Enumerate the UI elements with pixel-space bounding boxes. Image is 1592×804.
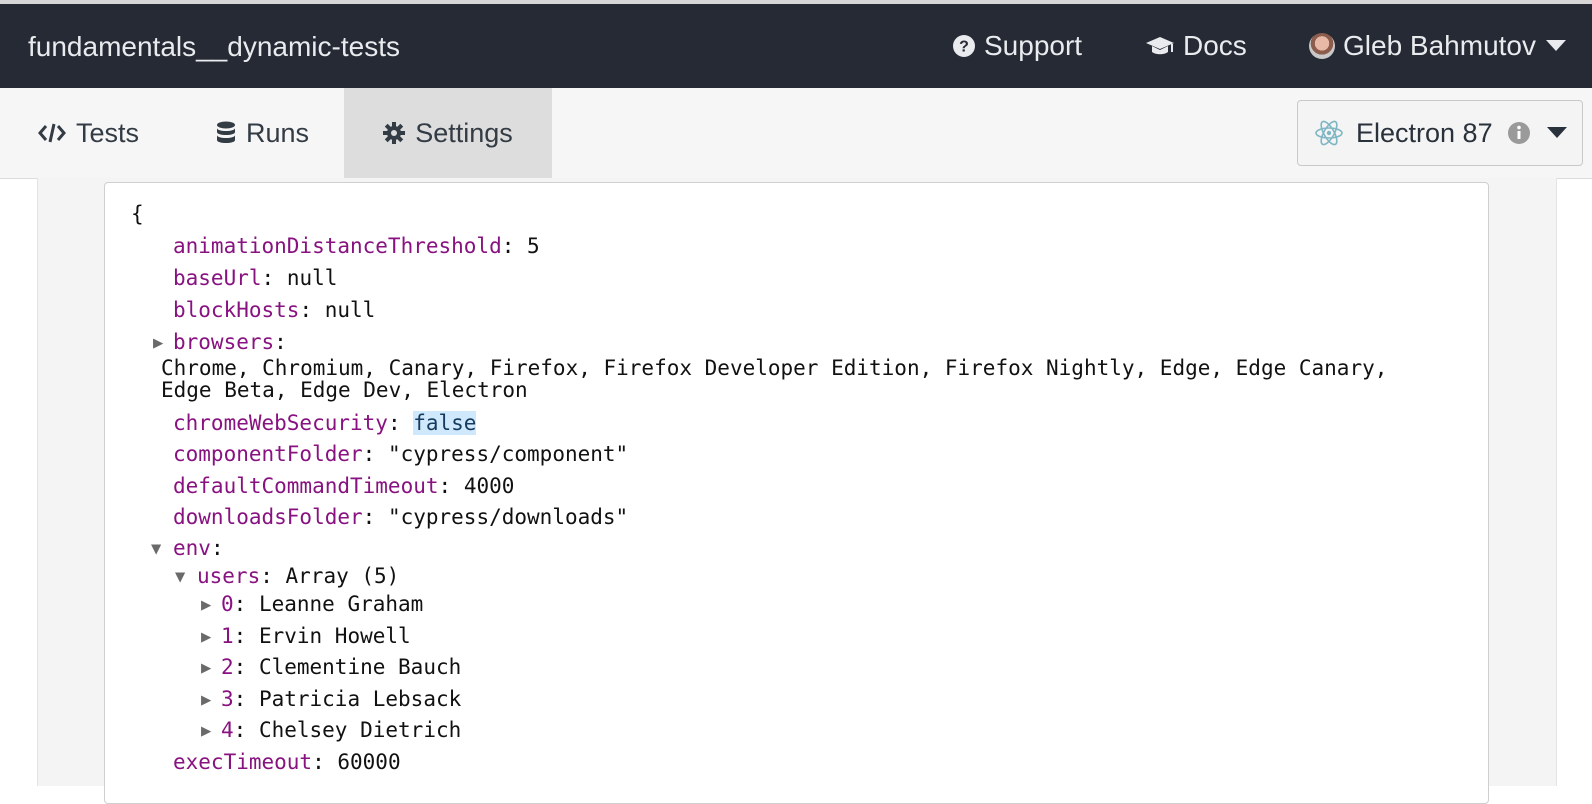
support-label: Support [984, 30, 1083, 61]
expand-triangle-icon[interactable]: ▶ [201, 690, 211, 710]
config-key: execTimeout [173, 750, 313, 774]
config-row: downloadsFolder: "cypress/downloads" [173, 505, 629, 529]
config-key: componentFolder [173, 442, 363, 466]
env-users-row[interactable]: users: Array (5) [197, 563, 399, 589]
config-value: null [286, 266, 338, 290]
docs-label: Docs [1183, 30, 1247, 61]
user-index: 1 [221, 624, 234, 648]
config-value: 60000 [337, 750, 401, 774]
chevron-down-icon [1546, 127, 1567, 139]
user-row[interactable]: 3: Patricia Lebsack [221, 686, 461, 712]
tab-runs[interactable]: Runs [216, 88, 309, 178]
browsers-list-line-1: Chrome, Chromium, Canary, Firefox, Firef… [161, 356, 1388, 380]
config-row: baseUrl: null [173, 266, 338, 290]
svg-text:?: ? [959, 39, 969, 56]
user-name-value: Patricia Lebsack [258, 687, 462, 711]
collapse-triangle-icon[interactable]: ▼ [175, 567, 185, 587]
config-row: animationDistanceThreshold: 5 [173, 234, 540, 258]
config-value: 5 [527, 234, 540, 258]
user-name: Gleb Bahmutov [1343, 30, 1536, 61]
tab-tests-label: Tests [76, 117, 140, 148]
config-row-browsers[interactable]: browsers: [173, 329, 287, 355]
config-value: Array (5) [285, 564, 400, 588]
config-row: defaultCommandTimeout: 4000 [173, 474, 515, 498]
gear-icon [383, 122, 406, 144]
expand-triangle-icon[interactable]: ▶ [153, 333, 163, 353]
tab-settings-label: Settings [415, 117, 513, 148]
project-name: fundamentals__dynamic-tests [28, 31, 400, 62]
expand-triangle-icon[interactable]: ▶ [201, 658, 211, 678]
user-name-value: Ervin Howell [258, 624, 411, 648]
config-row: execTimeout: 60000 [173, 750, 401, 774]
config-key: browsers [173, 330, 275, 354]
user-row[interactable]: 1: Ervin Howell [221, 623, 411, 649]
config-key: baseUrl [173, 266, 262, 290]
browsers-list-line-2: Edge Beta, Edge Dev, Electron [161, 378, 528, 402]
user-row[interactable]: 2: Clementine Bauch [221, 654, 461, 680]
config-value-highlighted: false [413, 411, 477, 435]
expand-triangle-icon[interactable]: ▶ [201, 721, 211, 741]
user-row[interactable]: 4: Chelsey Dietrich [221, 717, 461, 743]
config-row: blockHosts: null [173, 298, 376, 322]
user-row[interactable]: 0: Leanne Graham [221, 591, 423, 617]
config-value: null [324, 298, 376, 322]
config-key: blockHosts [173, 298, 300, 322]
code-icon [38, 122, 66, 144]
config-value: 4000 [463, 474, 515, 498]
tab-settings[interactable]: Settings [344, 88, 552, 178]
config-key: downloadsFolder [173, 505, 363, 529]
support-link[interactable]: ? Support [952, 4, 1082, 88]
config-row: chromeWebSecurity: false [173, 411, 477, 435]
user-name-value: Chelsey Dietrich [258, 718, 462, 742]
user-index: 2 [221, 655, 234, 679]
top-navbar: fundamentals__dynamic-tests ? Support Do… [0, 0, 1592, 88]
user-name-value: Leanne Graham [258, 592, 424, 616]
config-row-env[interactable]: env: [173, 535, 224, 561]
avatar [1309, 33, 1335, 59]
graduation-cap-icon [1145, 35, 1175, 57]
electron-icon [1314, 118, 1344, 148]
open-brace: { [131, 202, 144, 226]
browser-selector[interactable]: Electron 87 [1297, 100, 1583, 166]
docs-link[interactable]: Docs [1145, 4, 1247, 88]
caret-down-icon [1546, 40, 1566, 52]
config-key: chromeWebSecurity [173, 411, 388, 435]
config-key: defaultCommandTimeout [173, 474, 439, 498]
user-index: 3 [221, 687, 234, 711]
config-key: users [197, 564, 261, 588]
config-value: "cypress/component" [387, 442, 629, 466]
user-index: 4 [221, 718, 234, 742]
expand-triangle-icon[interactable]: ▶ [201, 627, 211, 647]
expand-triangle-icon[interactable]: ▶ [201, 595, 211, 615]
tab-tests[interactable]: Tests [38, 88, 139, 178]
config-value: "cypress/downloads" [387, 505, 629, 529]
tab-runs-label: Runs [246, 117, 310, 148]
collapse-triangle-icon[interactable]: ▼ [151, 539, 161, 559]
config-key: env [173, 536, 211, 560]
user-name-value: Clementine Bauch [258, 655, 462, 679]
config-row: componentFolder: "cypress/component" [173, 442, 629, 466]
resolved-config-tree: { animationDistanceThreshold: 5 baseUrl:… [104, 182, 1489, 804]
info-icon[interactable] [1507, 121, 1531, 145]
user-menu[interactable]: Gleb Bahmutov [1309, 4, 1574, 88]
database-icon [216, 121, 236, 145]
config-key: animationDistanceThreshold [173, 234, 502, 258]
user-index: 0 [221, 592, 234, 616]
question-circle-icon: ? [952, 34, 976, 58]
browser-label: Electron 87 [1356, 117, 1493, 148]
